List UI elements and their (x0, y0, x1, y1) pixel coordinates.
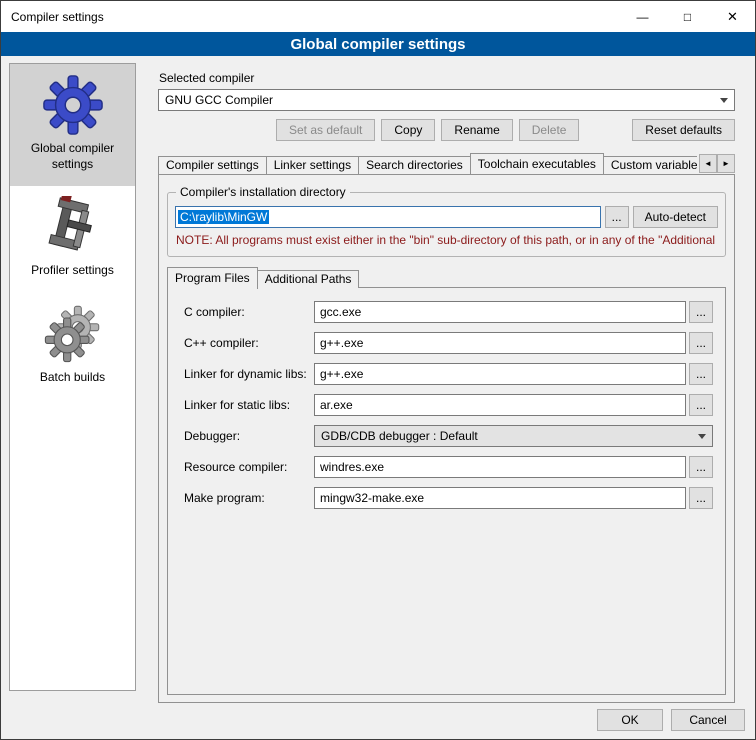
maximize-button[interactable]: □ (665, 1, 710, 32)
dynamic-linker-browse-button[interactable]: ... (689, 363, 713, 385)
c-compiler-input[interactable]: gcc.exe (314, 301, 686, 323)
tab-custom-variables[interactable]: Custom variables (603, 156, 697, 174)
window-controls: — □ ✕ (620, 1, 755, 32)
dynamic-linker-label: Linker for dynamic libs: (184, 367, 314, 381)
dialog-footer: OK Cancel (597, 709, 745, 731)
ok-button[interactable]: OK (597, 709, 663, 731)
tab-scroll-right-icon[interactable]: ► (717, 154, 735, 173)
close-button[interactable]: ✕ (710, 1, 755, 32)
tab-toolchain-executables[interactable]: Toolchain executables (470, 153, 604, 174)
subtab-program-files[interactable]: Program Files (167, 267, 258, 289)
selected-compiler-value: GNU GCC Compiler (165, 93, 273, 107)
cpp-compiler-browse-button[interactable]: ... (689, 332, 713, 354)
cpp-compiler-input[interactable]: g++.exe (314, 332, 686, 354)
selected-compiler-label: Selected compiler (159, 71, 735, 85)
blue-gear-icon (42, 74, 104, 136)
note-text: NOTE: All programs must exist either in … (176, 233, 717, 247)
copy-button[interactable]: Copy (381, 119, 435, 141)
resource-compiler-browse-button[interactable]: ... (689, 456, 713, 478)
set-as-default-button[interactable]: Set as default (276, 119, 375, 141)
gray-gears-icon (42, 303, 104, 365)
tab-compiler-settings[interactable]: Compiler settings (158, 156, 267, 174)
form-row: Linker for static libs: ar.exe ... (184, 394, 713, 416)
minimize-button[interactable]: — (620, 1, 665, 32)
sidebar-item-label: Batch builds (12, 370, 133, 386)
install-dir-input[interactable]: C:\raylib\MinGW (175, 206, 601, 228)
resource-compiler-value: windres.exe (320, 460, 384, 474)
rename-button[interactable]: Rename (441, 119, 512, 141)
install-dir-row: C:\raylib\MinGW ... Auto-detect (175, 206, 718, 228)
dynamic-linker-value: g++.exe (320, 367, 363, 381)
tab-search-directories[interactable]: Search directories (358, 156, 471, 174)
static-linker-label: Linker for static libs: (184, 398, 314, 412)
form-row: C++ compiler: g++.exe ... (184, 332, 713, 354)
compiler-buttons-row: Set as default Copy Rename Delete Reset … (158, 119, 735, 141)
toolchain-executables-panel: Compiler's installation directory C:\ray… (158, 174, 735, 703)
make-program-input[interactable]: mingw32-make.exe (314, 487, 686, 509)
form-row: Debugger: GDB/CDB debugger : Default (184, 425, 713, 447)
tab-scroll-buttons: ◄ ► (699, 154, 735, 173)
chevron-down-icon (698, 434, 706, 439)
resource-compiler-label: Resource compiler: (184, 460, 314, 474)
sidebar-item-batch-builds[interactable]: Batch builds (10, 293, 135, 400)
debugger-value: GDB/CDB debugger : Default (321, 429, 478, 443)
titlebar: Compiler settings — □ ✕ (1, 1, 755, 32)
make-program-label: Make program: (184, 491, 314, 505)
install-dir-browse-button[interactable]: ... (605, 206, 629, 228)
form-row: C compiler: gcc.exe ... (184, 301, 713, 323)
chevron-down-icon (720, 98, 728, 103)
delete-button[interactable]: Delete (519, 119, 580, 141)
c-compiler-label: C compiler: (184, 305, 314, 319)
cpp-compiler-value: g++.exe (320, 336, 363, 350)
static-linker-input[interactable]: ar.exe (314, 394, 686, 416)
resource-compiler-input[interactable]: windres.exe (314, 456, 686, 478)
sidebar-item-profiler-settings[interactable]: Profiler settings (10, 186, 135, 293)
static-linker-value: ar.exe (320, 398, 353, 412)
static-linker-browse-button[interactable]: ... (689, 394, 713, 416)
tabs-strip: Compiler settings Linker settings Search… (158, 153, 697, 174)
autodetect-button[interactable]: Auto-detect (633, 206, 718, 228)
make-program-browse-button[interactable]: ... (689, 487, 713, 509)
selected-compiler-dropdown[interactable]: GNU GCC Compiler (158, 89, 735, 111)
sidebar-item-label: Global compiler settings (12, 141, 133, 172)
sidebar-item-global-compiler-settings[interactable]: Global compiler settings (10, 64, 135, 186)
dynamic-linker-input[interactable]: g++.exe (314, 363, 686, 385)
cpp-compiler-label: C++ compiler: (184, 336, 314, 350)
form-row: Make program: mingw32-make.exe ... (184, 487, 713, 509)
debugger-dropdown[interactable]: GDB/CDB debugger : Default (314, 425, 713, 447)
debugger-label: Debugger: (184, 429, 314, 443)
install-dir-value: C:\raylib\MinGW (178, 210, 269, 224)
install-dir-groupbox: Compiler's installation directory C:\ray… (167, 192, 726, 257)
tab-scroll-left-icon[interactable]: ◄ (699, 154, 717, 173)
cancel-button[interactable]: Cancel (671, 709, 745, 731)
sidebar-item-label: Profiler settings (12, 263, 133, 279)
settings-tabbar: Compiler settings Linker settings Search… (158, 153, 735, 174)
make-program-value: mingw32-make.exe (320, 491, 424, 505)
form-row: Linker for dynamic libs: g++.exe ... (184, 363, 713, 385)
main-content: Selected compiler GNU GCC Compiler Set a… (146, 63, 749, 703)
install-dir-group-title: Compiler's installation directory (176, 185, 350, 199)
window-title: Compiler settings (1, 10, 104, 24)
program-files-tabbar: Program Files Additional Paths (167, 267, 726, 288)
c-compiler-value: gcc.exe (320, 305, 361, 319)
subtab-additional-paths[interactable]: Additional Paths (257, 270, 360, 288)
profiler-clamp-icon (42, 196, 104, 258)
compiler-settings-window: Compiler settings — □ ✕ Global compiler … (0, 0, 756, 740)
reset-defaults-button[interactable]: Reset defaults (632, 119, 735, 141)
c-compiler-browse-button[interactable]: ... (689, 301, 713, 323)
form-row: Resource compiler: windres.exe ... (184, 456, 713, 478)
tab-linker-settings[interactable]: Linker settings (266, 156, 359, 174)
dialog-header-title: Global compiler settings (1, 32, 755, 56)
sidebar: Global compiler settings Profiler settin… (9, 63, 136, 691)
program-files-panel: C compiler: gcc.exe ... C++ compiler: g+… (167, 287, 726, 695)
